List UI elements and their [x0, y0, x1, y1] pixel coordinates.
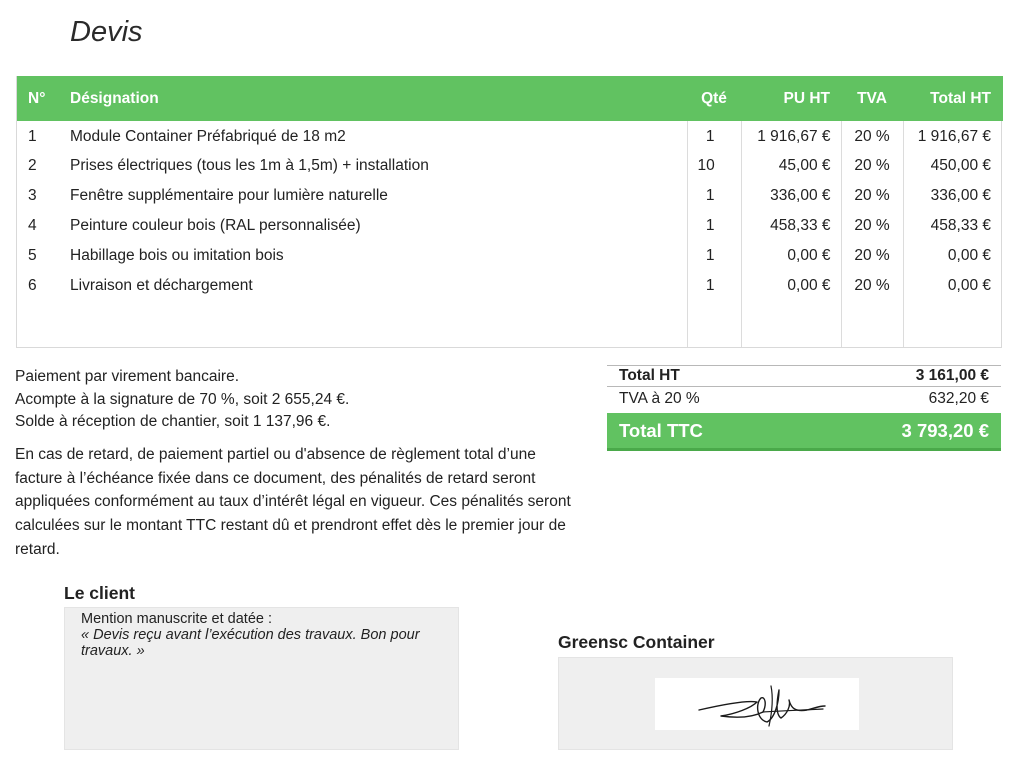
row-total-ht: 1 916,67 €	[902, 121, 1003, 151]
company-signature	[655, 678, 859, 730]
tva-row: TVA à 20 % 632,20 €	[607, 387, 1001, 411]
table-row: 1 Module Container Préfabriqué de 18 m2 …	[17, 121, 1003, 151]
tva-value: 632,20 €	[928, 390, 989, 407]
header-designation: Désignation	[59, 76, 687, 121]
header-pu-ht: PU HT	[741, 76, 841, 121]
row-pu-ht: 45,00 €	[740, 151, 841, 181]
row-tva: 20 %	[840, 271, 903, 301]
row-designation: Fenêtre supplémentaire pour lumière natu…	[70, 187, 388, 204]
items-table: N° Désignation Qté PU HT TVA Total HT 1 …	[16, 76, 1003, 348]
filler-cell	[686, 301, 741, 347]
late-penalty-notice: En cas de retard, de paiement partiel ou…	[15, 446, 571, 558]
table-row: 4 Peinture couleur bois (RAL personnalis…	[17, 211, 1003, 241]
row-designation: Module Container Préfabriqué de 18 m2	[70, 128, 346, 145]
row-designation: Habillage bois ou imitation bois	[70, 247, 284, 264]
filler-cell	[17, 301, 59, 347]
row-num: 2	[28, 157, 37, 174]
payment-method: Paiement par virement bancaire.	[15, 368, 240, 385]
row-designation: Peinture couleur bois (RAL personnalisée…	[70, 217, 361, 234]
tva-label: TVA à 20 %	[619, 390, 700, 407]
table-filler-row	[17, 301, 1003, 347]
total-ttc-value: 3 793,20 €	[901, 419, 989, 441]
row-qte: 1	[686, 121, 741, 151]
header-tva: TVA	[841, 76, 903, 121]
row-pu-ht: 458,33 €	[740, 211, 841, 241]
payment-terms: Paiement par virement bancaire. Acompte …	[15, 366, 349, 434]
client-quote: « Devis reçu avant l’exécution des trava…	[81, 627, 420, 659]
row-pu-ht: 336,00 €	[740, 181, 841, 211]
items-table-header: N° Désignation Qté PU HT TVA Total HT	[17, 76, 1003, 121]
table-row: 6 Livraison et déchargement 1 0,00 € 20 …	[17, 271, 1003, 301]
header-total-ht: Total HT	[903, 76, 1003, 121]
row-total-ht: 0,00 €	[902, 241, 1003, 271]
row-qte: 1	[686, 211, 741, 241]
total-ht-label: Total HT	[619, 367, 680, 384]
row-designation: Livraison et déchargement	[70, 277, 253, 294]
row-pu-ht: 0,00 €	[740, 271, 841, 301]
company-title: Greensc Container	[558, 632, 715, 652]
totals-block: Total HT 3 161,00 € TVA à 20 % 632,20 € …	[607, 365, 1001, 451]
row-num: 4	[28, 217, 37, 234]
row-total-ht: 336,00 €	[902, 181, 1003, 211]
row-num: 1	[28, 128, 37, 145]
payment-balance: Solde à réception de chantier, soit 1 13…	[15, 413, 331, 430]
client-mention: Mention manuscrite et datée :	[81, 611, 273, 627]
total-ht-row: Total HT 3 161,00 €	[607, 365, 1001, 387]
filler-cell	[902, 301, 1003, 347]
total-ttc-label: Total TTC	[619, 419, 703, 441]
signature-icon	[698, 685, 826, 727]
row-tva: 20 %	[840, 151, 903, 181]
row-tva: 20 %	[840, 181, 903, 211]
table-row: 3 Fenêtre supplémentaire pour lumière na…	[17, 181, 1003, 211]
client-signature-box: Mention manuscrite et datée : « Devis re…	[64, 607, 459, 750]
row-tva: 20 %	[840, 211, 903, 241]
filler-cell	[840, 301, 903, 347]
row-qte: 1	[686, 271, 741, 301]
row-tva: 20 %	[840, 121, 903, 151]
table-row: 5 Habillage bois ou imitation bois 1 0,0…	[17, 241, 1003, 271]
table-row: 2 Prises électriques (tous les 1m à 1,5m…	[17, 151, 1003, 181]
header-num: N°	[17, 76, 59, 121]
company-signature-box	[558, 657, 953, 750]
row-qte: 1	[686, 181, 741, 211]
row-pu-ht: 1 916,67 €	[740, 121, 841, 151]
row-qte: 10	[686, 151, 741, 181]
payment-deposit: Acompte à la signature de 70 %, soit 2 6…	[15, 390, 350, 408]
row-pu-ht: 0,00 €	[740, 241, 841, 271]
total-ht-value: 3 161,00 €	[915, 367, 989, 384]
row-total-ht: 0,00 €	[902, 271, 1003, 301]
filler-cell	[59, 301, 687, 347]
row-qte: 1	[686, 241, 741, 271]
row-designation: Prises électriques (tous les 1m à 1,5m) …	[70, 157, 429, 174]
header-qte: Qté	[687, 76, 741, 121]
filler-cell	[740, 301, 841, 347]
row-total-ht: 458,33 €	[902, 211, 1003, 241]
client-title: Le client	[64, 583, 135, 603]
row-num: 5	[28, 247, 37, 264]
row-tva: 20 %	[840, 241, 903, 271]
row-total-ht: 450,00 €	[902, 151, 1003, 181]
total-ttc-row: Total TTC 3 793,20 €	[607, 413, 1001, 451]
row-num: 6	[28, 277, 37, 294]
document-title: Devis	[70, 16, 143, 48]
row-num: 3	[28, 187, 37, 204]
